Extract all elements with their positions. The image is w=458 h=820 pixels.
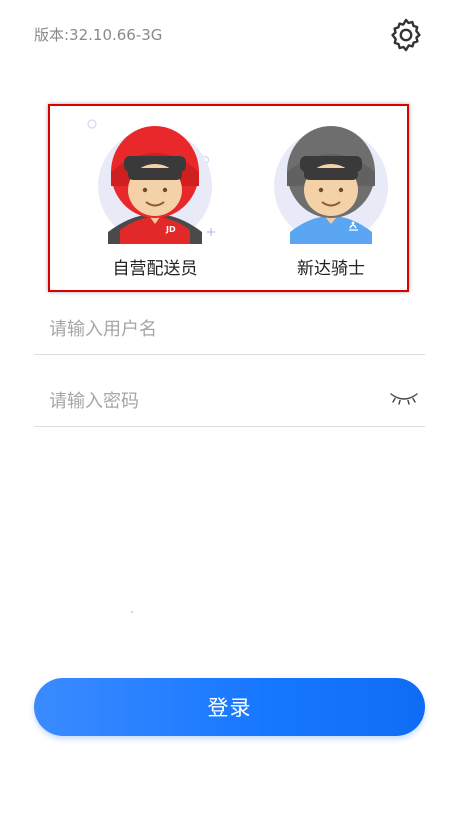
gear-icon [391,18,421,52]
courier-avatar-red: JD [87,119,215,244]
role-option-xinda-rider[interactable]: 新达骑士 [256,114,406,284]
version-text: 版本:32.10.66-3G [34,26,163,44]
role-selector: JD 自营配送员 新达骑士 [48,104,409,292]
role-option-self-courier[interactable]: JD 自营配送员 [80,114,230,284]
role-label-self-courier: 自营配送员 [112,259,198,279]
username-placeholder: 请输入用户名 [49,319,157,340]
rider-avatar-gray [274,126,388,244]
password-field[interactable]: 请输入密码 [34,370,425,427]
eye-closed-icon[interactable] [389,390,419,406]
login-button[interactable]: 登录 [34,678,425,736]
decorative-dot [131,611,133,613]
svg-text:JD: JD [165,225,176,234]
settings-button[interactable] [386,15,426,55]
password-placeholder: 请输入密码 [49,391,139,412]
username-field[interactable]: 请输入用户名 [34,298,425,355]
role-label-xinda-rider: 新达骑士 [297,259,365,279]
